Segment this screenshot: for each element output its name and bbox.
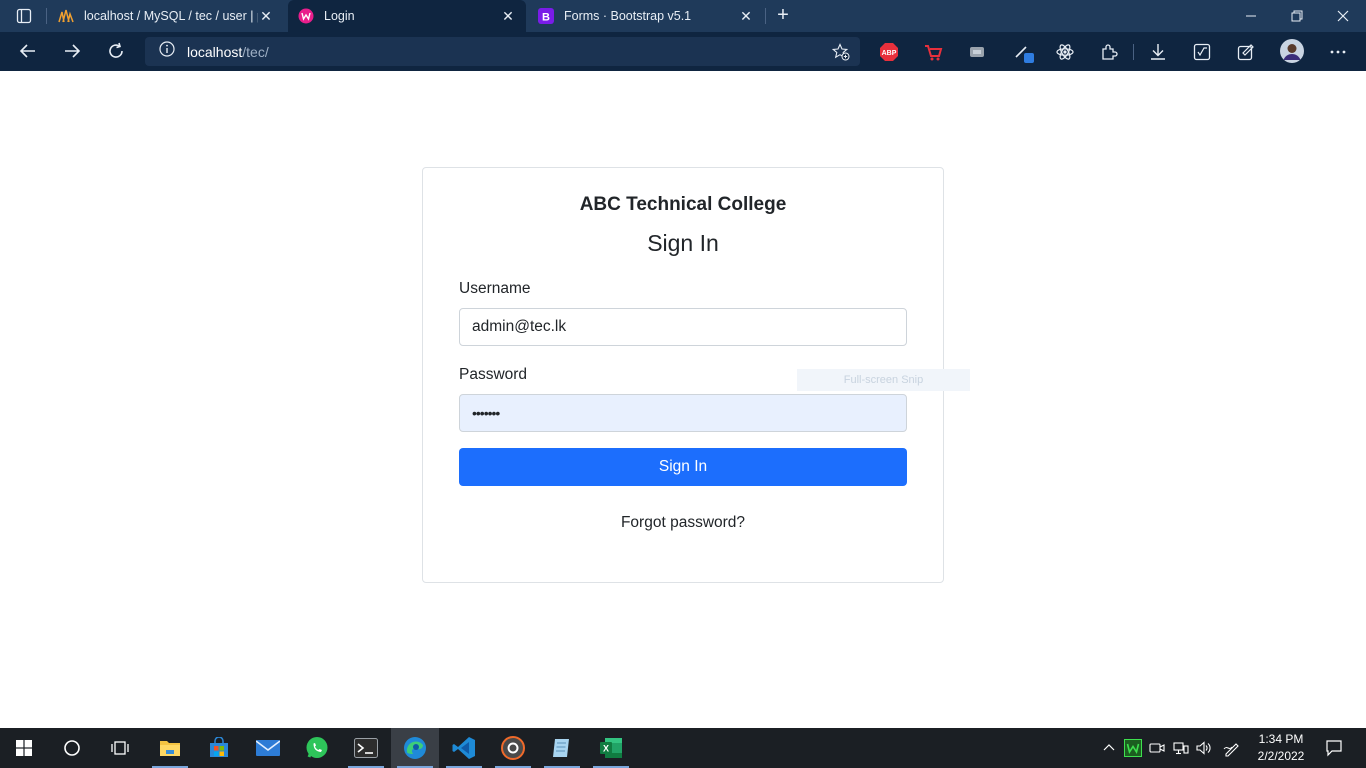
page-title: Sign In — [647, 230, 719, 256]
back-button[interactable] — [13, 37, 43, 65]
whatsapp-icon[interactable] — [293, 728, 341, 768]
url-path: /tec/ — [242, 43, 269, 60]
tab-label: Login — [324, 9, 355, 23]
adblock-plus-icon[interactable]: ABP — [878, 41, 900, 63]
close-tab-icon[interactable]: ✕ — [258, 8, 274, 24]
phpmyadmin-icon — [58, 8, 74, 24]
extensions-icon[interactable] — [1098, 41, 1120, 63]
close-window-button[interactable] — [1320, 0, 1366, 32]
windows-taskbar: X 1:34 PM 2/2/2022 — [0, 728, 1366, 768]
password-field[interactable]: ••••••• — [459, 394, 907, 432]
microsoft-store-icon[interactable] — [195, 728, 243, 768]
username-field[interactable]: admin@tec.lk — [459, 308, 907, 346]
tab-actions-icon[interactable] — [8, 5, 40, 27]
profile-avatar[interactable] — [1280, 39, 1304, 63]
math-solver-icon[interactable] — [1191, 41, 1213, 63]
screen-icon[interactable] — [966, 41, 988, 63]
browser-toolbar: localhost/tec/ ABP — [0, 32, 1366, 71]
snip-tooltip: Full-screen Snip — [797, 369, 970, 391]
color-picker-icon[interactable] — [1013, 41, 1035, 63]
mail-icon[interactable] — [244, 728, 292, 768]
show-hidden-icons-icon[interactable] — [1099, 738, 1119, 758]
tab-phpmyadmin[interactable]: localhost / MySQL / tec / user | p ✕ — [48, 0, 284, 32]
tab-separator — [765, 8, 766, 24]
volume-icon[interactable] — [1194, 738, 1214, 758]
more-icon[interactable] — [1327, 41, 1349, 63]
network-icon[interactable] — [1171, 738, 1191, 758]
react-devtools-icon[interactable] — [1054, 41, 1076, 63]
tab-login[interactable]: Login ✕ — [288, 0, 526, 32]
restore-button[interactable] — [1274, 0, 1320, 32]
screenshot-icon[interactable] — [1235, 41, 1257, 63]
cart-icon[interactable] — [922, 41, 944, 63]
terminal-icon[interactable] — [342, 728, 390, 768]
pen-workspace-icon[interactable] — [1222, 738, 1242, 758]
wamp-server-tray-icon[interactable] — [1123, 738, 1143, 758]
davinci-icon[interactable] — [489, 728, 537, 768]
tab-label: localhost / MySQL / tec / user | p — [84, 9, 258, 23]
clock-time: 1:34 PM — [1258, 732, 1304, 746]
minimize-button[interactable] — [1228, 0, 1274, 32]
wamp-icon — [298, 8, 314, 24]
college-name: ABC Technical College — [579, 194, 787, 215]
page-content: ABC Technical College Sign In Username a… — [0, 71, 1366, 728]
close-tab-icon[interactable]: ✕ — [500, 8, 516, 24]
excel-icon[interactable]: X — [587, 728, 635, 768]
windows-start-icon[interactable] — [0, 728, 48, 768]
svg-text:B: B — [542, 12, 550, 24]
camera-icon[interactable] — [1147, 738, 1167, 758]
new-tab-button[interactable]: + — [772, 4, 794, 26]
search-icon[interactable] — [48, 728, 96, 768]
browser-tab-bar: localhost / MySQL / tec / user | p ✕ Log… — [0, 0, 1366, 32]
clock-date: 2/2/2022 — [1257, 749, 1305, 763]
edge-icon[interactable] — [391, 728, 439, 768]
vscode-icon[interactable] — [440, 728, 488, 768]
forgot-password-link[interactable]: Forgot password? — [423, 514, 943, 532]
downloads-icon[interactable] — [1147, 41, 1169, 63]
username-label: Username — [459, 280, 531, 297]
tab-separator — [46, 8, 47, 24]
close-tab-icon[interactable]: ✕ — [738, 8, 754, 24]
taskbar-clock[interactable]: 1:34 PM 2/2/2022 — [1251, 731, 1311, 765]
address-bar[interactable]: localhost/tec/ — [145, 37, 860, 66]
forward-button[interactable] — [57, 37, 87, 65]
tab-label: Forms · Bootstrap v5.1 — [564, 9, 692, 23]
refresh-button[interactable] — [101, 37, 131, 65]
url-host: localhost — [187, 43, 243, 60]
add-favorite-icon[interactable] — [831, 43, 850, 61]
bootstrap-icon: B — [538, 8, 554, 24]
password-label: Password — [459, 366, 528, 383]
site-info-icon[interactable] — [159, 41, 175, 62]
notepad-icon[interactable] — [538, 728, 586, 768]
notification-center-icon[interactable] — [1323, 738, 1345, 758]
toolbar-separator — [1133, 44, 1134, 60]
svg-text:X: X — [603, 744, 609, 754]
sign-in-button[interactable]: Sign In — [459, 448, 907, 486]
tab-bootstrap-forms[interactable]: B Forms · Bootstrap v5.1 ✕ — [528, 0, 764, 32]
svg-text:ABP: ABP — [882, 50, 897, 57]
task-view-icon[interactable] — [96, 728, 144, 768]
file-explorer-icon[interactable] — [146, 728, 194, 768]
